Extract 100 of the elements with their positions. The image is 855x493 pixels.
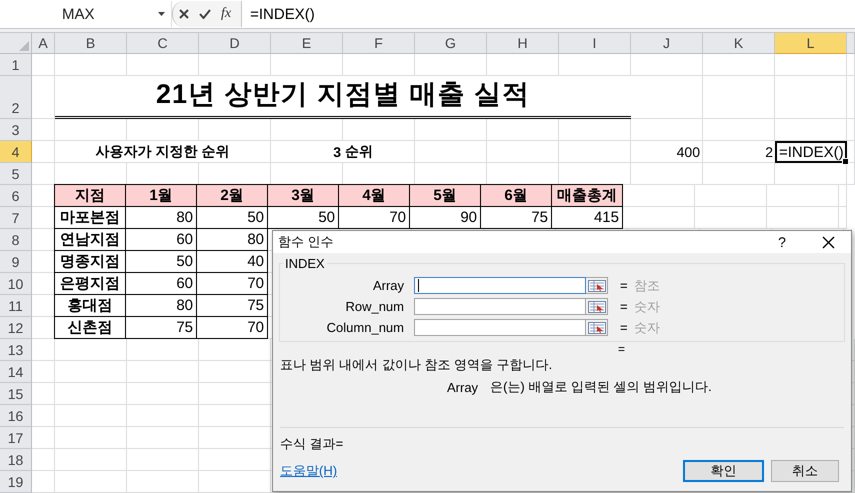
column-header[interactable]: G [415, 33, 487, 54]
function-description: 표나 범위 내에서 값이나 참조 영역을 구합니다. [280, 356, 552, 374]
table-cell: 3 [271, 141, 343, 163]
argument-description: 은(는) 배열로 입력된 셀의 범위입니다. [490, 378, 712, 396]
empty-cell [487, 54, 559, 76]
empty-cell [55, 361, 127, 383]
empty-cell [199, 54, 271, 76]
empty-cell [343, 54, 415, 76]
row-header[interactable]: 1 [0, 54, 32, 76]
row-header[interactable]: 9 [0, 251, 32, 273]
empty-cell [703, 54, 775, 76]
argument-field[interactable] [414, 319, 586, 336]
column-header[interactable]: D [199, 33, 271, 54]
row-header[interactable]: 18 [0, 449, 32, 471]
range-select-icon [588, 280, 606, 292]
column-header[interactable]: I [559, 33, 631, 54]
empty-cell [127, 405, 199, 427]
cancel-icon[interactable] [179, 9, 189, 19]
column-header[interactable]: E [271, 33, 343, 54]
column-header[interactable]: F [343, 33, 415, 54]
empty-cell [32, 76, 55, 119]
argument-field[interactable] [414, 298, 586, 315]
empty-cell [127, 383, 199, 405]
argument-type: 숫자 [634, 318, 660, 336]
empty-cell [55, 449, 127, 471]
row-header[interactable]: 11 [0, 295, 32, 317]
empty-cell [767, 207, 839, 229]
dialog-title: 함수 인수 [278, 233, 335, 251]
column-header[interactable]: H [487, 33, 559, 54]
column-header[interactable]: K [703, 33, 775, 54]
empty-cell [703, 119, 775, 141]
row-header[interactable]: 17 [0, 427, 32, 449]
row-header[interactable]: 3 [0, 119, 32, 141]
argument-type: 참조 [634, 276, 660, 294]
column-header[interactable]: L [775, 33, 847, 54]
empty-cell [487, 119, 559, 141]
empty-cell [55, 471, 127, 493]
empty-cell [343, 119, 415, 141]
empty-cell [199, 383, 271, 405]
empty-cell [775, 163, 847, 185]
table-cell: 순위 [343, 141, 415, 163]
row-header[interactable]: 19 [0, 471, 32, 493]
table-cell: 415 [551, 206, 623, 229]
row-header[interactable]: 13 [0, 339, 32, 361]
row-header[interactable]: 10 [0, 273, 32, 295]
argument-label: Array [372, 278, 405, 293]
empty-cell [415, 54, 487, 76]
empty-cell [775, 54, 847, 76]
empty-cell [703, 76, 775, 119]
row-header[interactable]: 5 [0, 163, 32, 185]
column-header[interactable]: A [32, 33, 55, 54]
range-select-button[interactable] [586, 319, 608, 336]
column-heading: 매출총계 [551, 184, 623, 207]
row-header[interactable]: 6 [0, 185, 32, 207]
active-cell[interactable]: =INDEX() [775, 141, 847, 163]
empty-cell [775, 76, 847, 119]
dropdown-caret-icon [158, 12, 165, 16]
ok-button[interactable]: 확인 [683, 460, 764, 482]
empty-cell [775, 119, 847, 141]
column-header[interactable]: C [127, 33, 199, 54]
empty-cell [55, 54, 127, 76]
empty-cell [55, 339, 127, 361]
range-select-icon [588, 322, 606, 334]
column-heading: 6월 [480, 184, 552, 207]
column-heading: 2월 [196, 184, 268, 207]
help-button[interactable]: ? [759, 234, 805, 250]
empty-cell [631, 76, 703, 119]
column-heading: 1월 [125, 184, 197, 207]
help-link[interactable]: 도움말(H) [280, 462, 676, 480]
insert-function-button[interactable]: fx [221, 6, 232, 22]
empty-cell [199, 361, 271, 383]
range-select-icon [588, 300, 606, 312]
formula-field[interactable]: =INDEX() [242, 6, 315, 22]
row-header[interactable]: 16 [0, 405, 32, 427]
range-select-button[interactable] [586, 298, 608, 315]
empty-cell [631, 119, 703, 141]
row-header[interactable]: 4 [0, 141, 32, 163]
empty-cell [55, 427, 127, 449]
argument-label: Column_num [326, 320, 405, 335]
close-icon[interactable] [822, 236, 834, 248]
row-header[interactable]: 2 [0, 76, 32, 119]
column-header[interactable]: J [631, 33, 703, 54]
table-cell: 2 [703, 141, 775, 163]
row-header[interactable]: 14 [0, 361, 32, 383]
empty-cell [695, 207, 767, 229]
checkmark-icon[interactable] [199, 9, 211, 19]
range-select-button[interactable] [586, 277, 608, 294]
triangle-icon [19, 41, 29, 51]
row-header[interactable]: 7 [0, 207, 32, 229]
empty-cell [271, 119, 343, 141]
table-cell: 70 [196, 316, 268, 339]
argument-type: 숫자 [634, 298, 660, 316]
empty-cell [199, 119, 271, 141]
cancel-button[interactable]: 취소 [771, 460, 839, 482]
argument-field[interactable] [414, 277, 586, 294]
column-header[interactable]: B [55, 33, 127, 54]
row-header[interactable]: 12 [0, 317, 32, 339]
row-header[interactable]: 8 [0, 229, 32, 251]
column-heading: 3월 [267, 184, 339, 207]
row-header[interactable]: 15 [0, 383, 32, 405]
